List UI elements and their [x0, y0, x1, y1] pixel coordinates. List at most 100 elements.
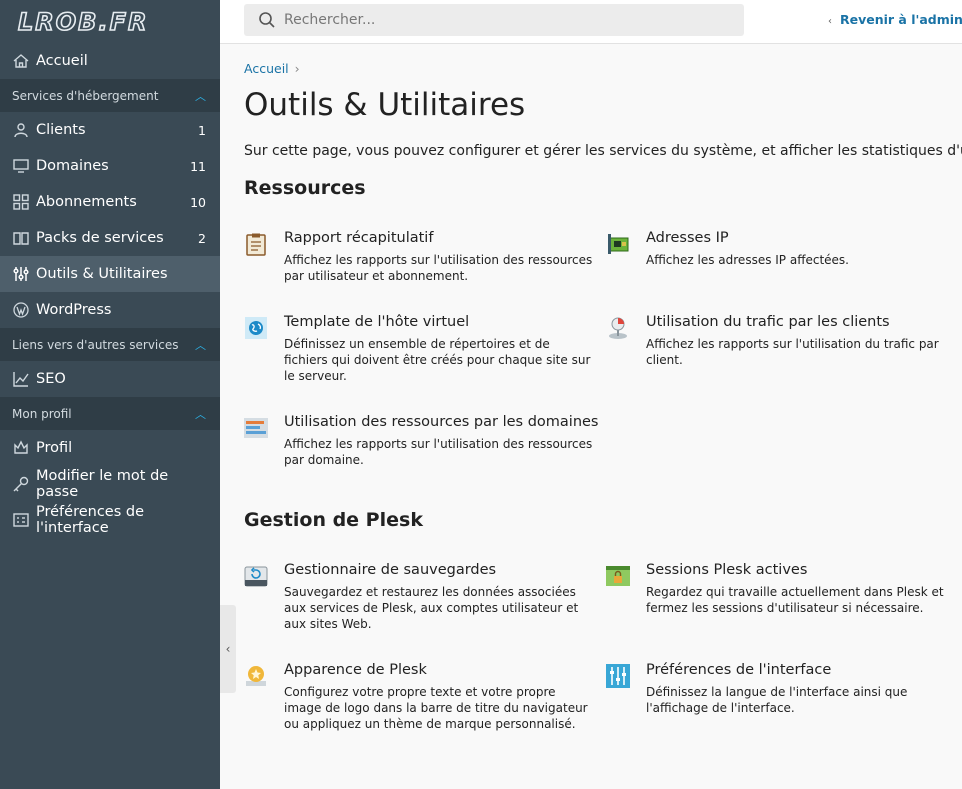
tool-template-hote-virtuel[interactable]: Template de l'hôte virtuel Définissez un… [244, 314, 594, 390]
sidebar-item-label: Abonnements [36, 194, 137, 210]
tool-title[interactable]: Template de l'hôte virtuel [284, 314, 469, 330]
section-title: Services d'hébergement [12, 88, 159, 103]
section-title: Mon profil [12, 406, 72, 421]
sidebar-item-packs[interactable]: Packs de services 2 [0, 220, 220, 256]
chevron-right-icon: › [294, 61, 300, 76]
sidebar-item-abonnements[interactable]: Abonnements 10 [0, 184, 220, 220]
count-badge: 11 [190, 158, 206, 174]
network-card-icon [608, 234, 629, 254]
sidebar-item-label: Outils & Utilitaires [36, 266, 168, 282]
tool-description: Affichez les rapports sur l'utilisation … [646, 337, 939, 367]
user-icon [12, 121, 30, 139]
tool-description: Définissez un ensemble de répertoires et… [284, 337, 591, 383]
sidebar-item-label: Packs de services [36, 230, 164, 246]
sidebar-item-label: Accueil [36, 53, 88, 69]
sidebar-item-password[interactable]: Modifier le mot de passe [0, 466, 220, 502]
logo-text: LROB.FR [17, 7, 149, 37]
tool-title[interactable]: Rapport récapitulatif [284, 230, 433, 246]
section-title-ressources: Ressources [244, 177, 366, 199]
sidebar-item-accueil[interactable]: Accueil [0, 43, 220, 79]
book-icon [12, 229, 30, 247]
preferences-icon [12, 511, 30, 529]
section-title-gestion-plesk: Gestion de Plesk [244, 509, 423, 531]
tool-title[interactable]: Utilisation des ressources par les domai… [284, 414, 598, 430]
sidebar-item-seo[interactable]: SEO [0, 361, 220, 397]
topbar: Rechercher... ‹ Revenir à l'administr [220, 0, 962, 44]
chevron-up-icon: ︿ [195, 338, 206, 352]
back-to-admin-link[interactable]: ‹ Revenir à l'administr [828, 12, 962, 27]
sessions-lock-icon [606, 566, 630, 586]
tool-apparence-plesk[interactable]: Apparence de Plesk Configurez votre prop… [244, 662, 594, 738]
sidebar-item-outils[interactable]: Outils & Utilitaires [0, 256, 220, 292]
breadcrumb-home-link[interactable]: Accueil [244, 61, 289, 76]
tool-sessions-plesk-actives[interactable]: Sessions Plesk actives Regardez qui trav… [606, 562, 956, 618]
tool-ressources-par-domaines[interactable]: Utilisation des ressources par les domai… [244, 414, 598, 470]
sidebar-item-preferences[interactable]: Préférences de l'interface [0, 502, 220, 538]
page-description: Sur cette page, vous pouvez configurer e… [244, 143, 962, 159]
tool-title[interactable]: Sessions Plesk actives [646, 562, 807, 578]
clipboard-icon [246, 233, 266, 256]
key-icon [12, 475, 30, 493]
backup-drive-icon [244, 566, 268, 587]
sidebar-item-label: Préférences de l'interface [36, 504, 145, 536]
tool-adresses-ip[interactable]: Adresses IP Affichez les adresses IP aff… [606, 230, 956, 270]
monitor-icon [12, 157, 30, 175]
tool-description: Définissez la langue de l'interface ains… [646, 685, 908, 715]
chevron-up-icon: ︿ [195, 89, 206, 103]
tool-description: Configurez votre propre texte et votre p… [284, 685, 588, 731]
wordpress-icon [12, 301, 30, 319]
tool-title[interactable]: Utilisation du trafic par les clients [646, 314, 890, 330]
home-icon [12, 52, 30, 70]
main-content: Accueil › Outils & Utilitaires Sur cette … [244, 44, 962, 789]
sidebar-item-profil[interactable]: Profil [0, 430, 220, 466]
sidebar-item-clients[interactable]: Clients 1 [0, 112, 220, 148]
sidebar-item-label: WordPress [36, 302, 112, 318]
section-title: Liens vers d'autres services [12, 337, 179, 352]
sidebar-collapse-button[interactable]: ‹ [220, 605, 236, 693]
count-badge: 1 [198, 122, 206, 138]
traffic-pie-icon [609, 317, 627, 339]
back-link-label: Revenir à l'administr [840, 12, 962, 27]
search-input[interactable]: Rechercher... [244, 4, 744, 36]
count-badge: 2 [198, 230, 206, 246]
grid-icon [12, 193, 30, 211]
globe-icon [245, 317, 267, 339]
tool-description: Affichez les rapports sur l'utilisation … [284, 437, 593, 467]
tool-rapport-recapitulatif[interactable]: Rapport récapitulatif Affichez les rappo… [244, 230, 594, 290]
profile-icon [12, 439, 30, 457]
sidebar-item-domaines[interactable]: Domaines 11 [0, 148, 220, 184]
page-title: Outils & Utilitaires [244, 87, 526, 123]
sidebar-item-label: Domaines [36, 158, 109, 174]
chart-icon [12, 370, 30, 388]
sliders-icon [12, 265, 30, 283]
tool-description: Affichez les adresses IP affectées. [646, 253, 849, 267]
section-header-profile[interactable]: Mon profil ︿ [0, 397, 220, 430]
tool-title[interactable]: Apparence de Plesk [284, 662, 427, 678]
section-header-hosting[interactable]: Services d'hébergement ︿ [0, 79, 220, 112]
interface-sliders-icon [606, 664, 630, 688]
chevron-up-icon: ︿ [195, 407, 206, 421]
sidebar-item-wordpress[interactable]: WordPress [0, 292, 220, 328]
section-header-links[interactable]: Liens vers d'autres services ︿ [0, 328, 220, 361]
bars-report-icon [244, 418, 268, 438]
logo[interactable]: LROB.FR [0, 0, 220, 43]
count-badge: 10 [190, 194, 206, 210]
tool-title[interactable]: Adresses IP [646, 230, 729, 246]
sidebar-item-label: SEO [36, 371, 66, 387]
tool-title[interactable]: Préférences de l'interface [646, 662, 831, 678]
tool-description: Regardez qui travaille actuellement dans… [646, 585, 944, 615]
sidebar-item-label: Profil [36, 440, 73, 456]
appearance-star-icon [246, 666, 266, 686]
search-placeholder: Rechercher... [284, 12, 376, 28]
sidebar: LROB.FR Accueil Services d'hébergement ︿… [0, 0, 220, 789]
breadcrumb: Accueil › [244, 61, 300, 76]
tool-utilisation-trafic-clients[interactable]: Utilisation du trafic par les clients Af… [606, 314, 956, 370]
sidebar-item-label: Clients [36, 122, 86, 138]
tool-preferences-interface[interactable]: Préférences de l'interface Définissez la… [606, 662, 956, 718]
search-icon [259, 12, 275, 28]
tool-gestionnaire-sauvegardes[interactable]: Gestionnaire de sauvegardes Sauvegardez … [244, 562, 594, 638]
chevron-left-icon: ‹ [828, 16, 832, 27]
tool-description: Affichez les rapports sur l'utilisation … [284, 253, 593, 283]
tool-title[interactable]: Gestionnaire de sauvegardes [284, 562, 496, 578]
chevron-left-icon: ‹ [225, 642, 231, 656]
